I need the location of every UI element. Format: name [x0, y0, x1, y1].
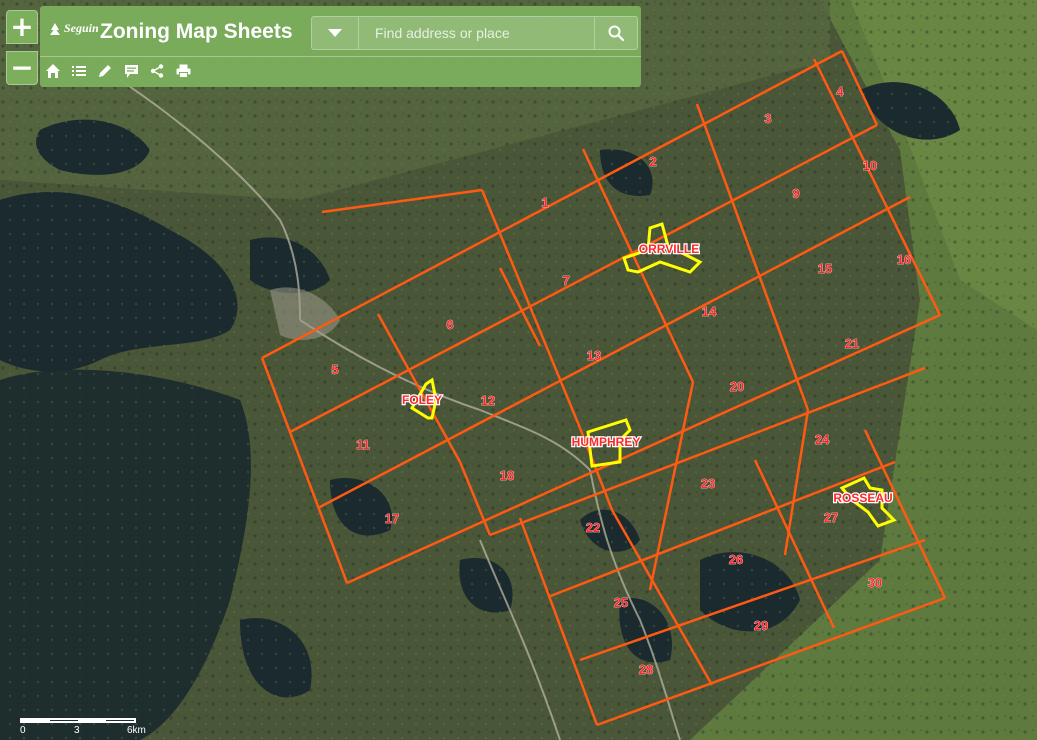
- sheet-label-9[interactable]: 9: [792, 186, 800, 202]
- settlement-label-foley: FOLEY: [402, 393, 442, 407]
- settlement-label-orrville: ORRVILLE: [639, 242, 699, 256]
- sheet-label-20[interactable]: 20: [729, 379, 744, 395]
- search-icon: [608, 25, 624, 41]
- scale-bar-graphic: [20, 718, 136, 723]
- scale-label-end: 6km: [127, 725, 146, 736]
- pencil-icon: [99, 65, 111, 77]
- sheet-label-11[interactable]: 11: [356, 437, 370, 453]
- sheet-label-5[interactable]: 5: [331, 362, 339, 378]
- sheet-label-28[interactable]: 28: [638, 662, 653, 678]
- sheet-label-24[interactable]: 24: [814, 432, 830, 448]
- sheet-label-10[interactable]: 10: [862, 158, 877, 174]
- caret-down-icon: [328, 29, 342, 37]
- share-icon: [150, 64, 164, 78]
- list-icon: [72, 66, 86, 76]
- sheet-label-18[interactable]: 18: [499, 468, 514, 484]
- sheet-label-13[interactable]: 13: [586, 348, 601, 364]
- sheet-label-21[interactable]: 21: [844, 336, 859, 352]
- header-panel: Seguin Zoning Map Sheets: [40, 6, 641, 87]
- search-input[interactable]: [359, 16, 594, 50]
- scale-label-mid: 3: [74, 725, 80, 736]
- sheet-label-25[interactable]: 25: [613, 595, 628, 611]
- settlement-label-rosseau: ROSSEAU: [833, 491, 892, 505]
- home-icon: [46, 64, 60, 78]
- search-source-dropdown[interactable]: [312, 17, 359, 49]
- sheet-label-3[interactable]: 3: [764, 111, 772, 127]
- seguin-logo: Seguin: [48, 21, 99, 36]
- sheet-label-30[interactable]: 30: [867, 575, 882, 591]
- sheet-label-26[interactable]: 26: [728, 552, 743, 568]
- zoom-in-button[interactable]: +: [6, 10, 38, 44]
- sheet-label-14[interactable]: 14: [701, 304, 717, 320]
- sheet-label-6[interactable]: 6: [446, 317, 454, 333]
- sheet-label-17[interactable]: 17: [384, 511, 399, 527]
- sheet-label-27[interactable]: 27: [823, 510, 838, 526]
- print-button[interactable]: [174, 62, 192, 80]
- draw-button[interactable]: [96, 62, 114, 80]
- sheet-label-1[interactable]: 1: [541, 195, 549, 211]
- sheet-label-12[interactable]: 12: [480, 393, 495, 409]
- home-button[interactable]: [44, 62, 62, 80]
- search-button[interactable]: [594, 17, 637, 49]
- toolbar: [44, 62, 192, 80]
- sheet-label-4[interactable]: 4: [836, 84, 845, 100]
- search-box: [311, 16, 638, 50]
- share-button[interactable]: [148, 62, 166, 80]
- sheet-label-22[interactable]: 22: [585, 520, 600, 536]
- logo-text: Seguin: [64, 21, 99, 35]
- tree-icon: [50, 22, 60, 35]
- sheet-label-7[interactable]: 7: [562, 273, 570, 289]
- scale-bar: 0 3 6km: [20, 716, 160, 738]
- sheet-label-15[interactable]: 15: [817, 261, 832, 277]
- scale-label-start: 0: [20, 725, 26, 736]
- sheet-label-23[interactable]: 23: [700, 476, 715, 492]
- comment-icon: [124, 64, 138, 78]
- print-icon: [176, 64, 190, 78]
- sheet-label-16[interactable]: 16: [896, 252, 911, 268]
- map-canvas[interactable]: 1234567910111213141516171820212223242526…: [0, 0, 1037, 740]
- layer-list-button[interactable]: [70, 62, 88, 80]
- settlement-label-humphrey: HUMPHREY: [572, 435, 641, 449]
- comment-button[interactable]: [122, 62, 140, 80]
- sheet-label-29[interactable]: 29: [753, 618, 768, 634]
- header-divider: [40, 56, 641, 57]
- zoom-out-button[interactable]: −: [6, 51, 38, 85]
- sheet-label-2[interactable]: 2: [649, 154, 657, 170]
- app-title: Zoning Map Sheets: [100, 20, 293, 43]
